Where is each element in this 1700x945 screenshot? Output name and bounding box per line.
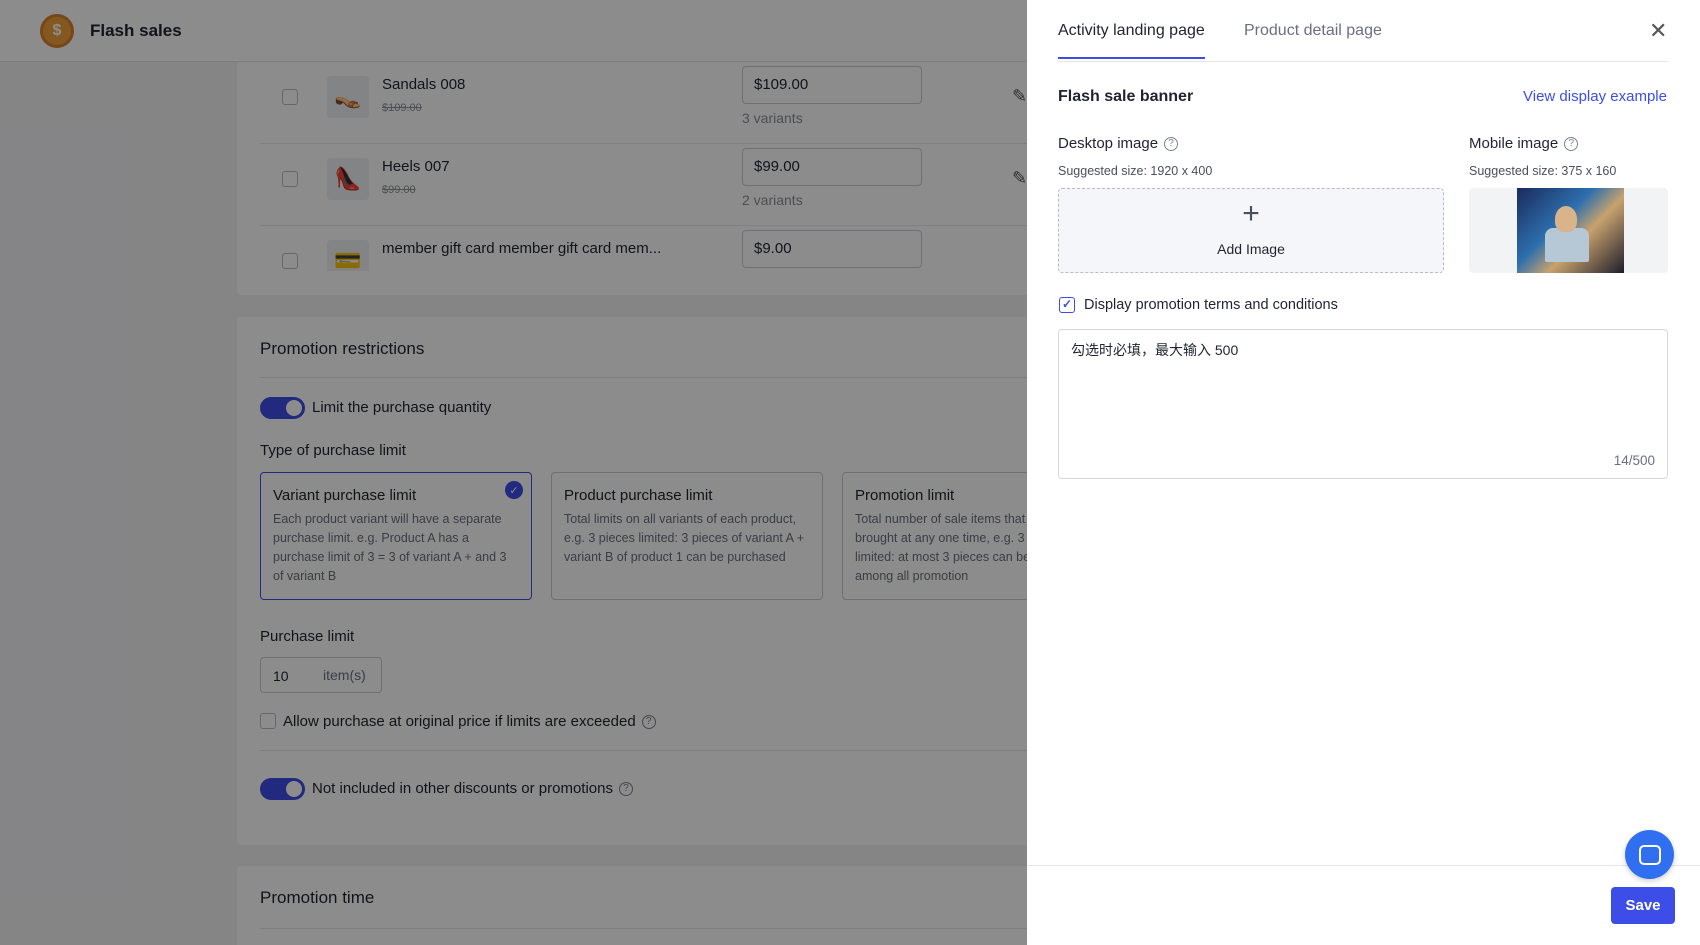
mobile-image-label: Mobile image? [1469,135,1579,152]
add-image-label: Add Image [1217,241,1285,257]
desktop-image-size: Suggested size: 1920 x 400 [1058,164,1213,178]
modal-overlay[interactable] [0,0,1027,945]
mobile-banner-image [1517,188,1624,273]
view-display-example-link[interactable]: View display example [1523,88,1667,105]
add-desktop-image-button[interactable]: + Add Image [1058,188,1444,273]
mobile-image-preview[interactable] [1469,188,1668,273]
terms-text: 勾选时必填，最大输入 500 [1071,342,1239,358]
terms-checkbox-label: Display promotion terms and conditions [1084,297,1338,313]
character-counter: 14/500 [1613,453,1655,468]
help-icon[interactable]: ? [1564,137,1579,152]
mobile-image-size: Suggested size: 375 x 160 [1469,164,1617,178]
banner-section-title: Flash sale banner [1058,88,1194,105]
desktop-image-label: Desktop image? [1058,135,1179,152]
tab-activity-landing-page[interactable]: Activity landing page [1058,22,1205,59]
close-icon[interactable]: ✕ [1649,18,1667,44]
display-settings-drawer: Activity landing page Product detail pag… [1027,0,1700,945]
help-icon[interactable]: ? [1164,137,1179,152]
tab-product-detail-page[interactable]: Product detail page [1244,22,1382,57]
terms-textarea[interactable]: 勾选时必填，最大输入 500 14/500 [1058,329,1668,479]
terms-checkbox[interactable]: ✓ [1059,297,1075,313]
chat-support-button[interactable] [1625,830,1674,879]
plus-icon: + [1242,197,1260,230]
chat-icon [1638,844,1661,865]
drawer-tabs: Activity landing page Product detail pag… [1058,0,1668,62]
save-button[interactable]: Save [1611,887,1675,924]
drawer-footer-divider [1027,865,1700,866]
